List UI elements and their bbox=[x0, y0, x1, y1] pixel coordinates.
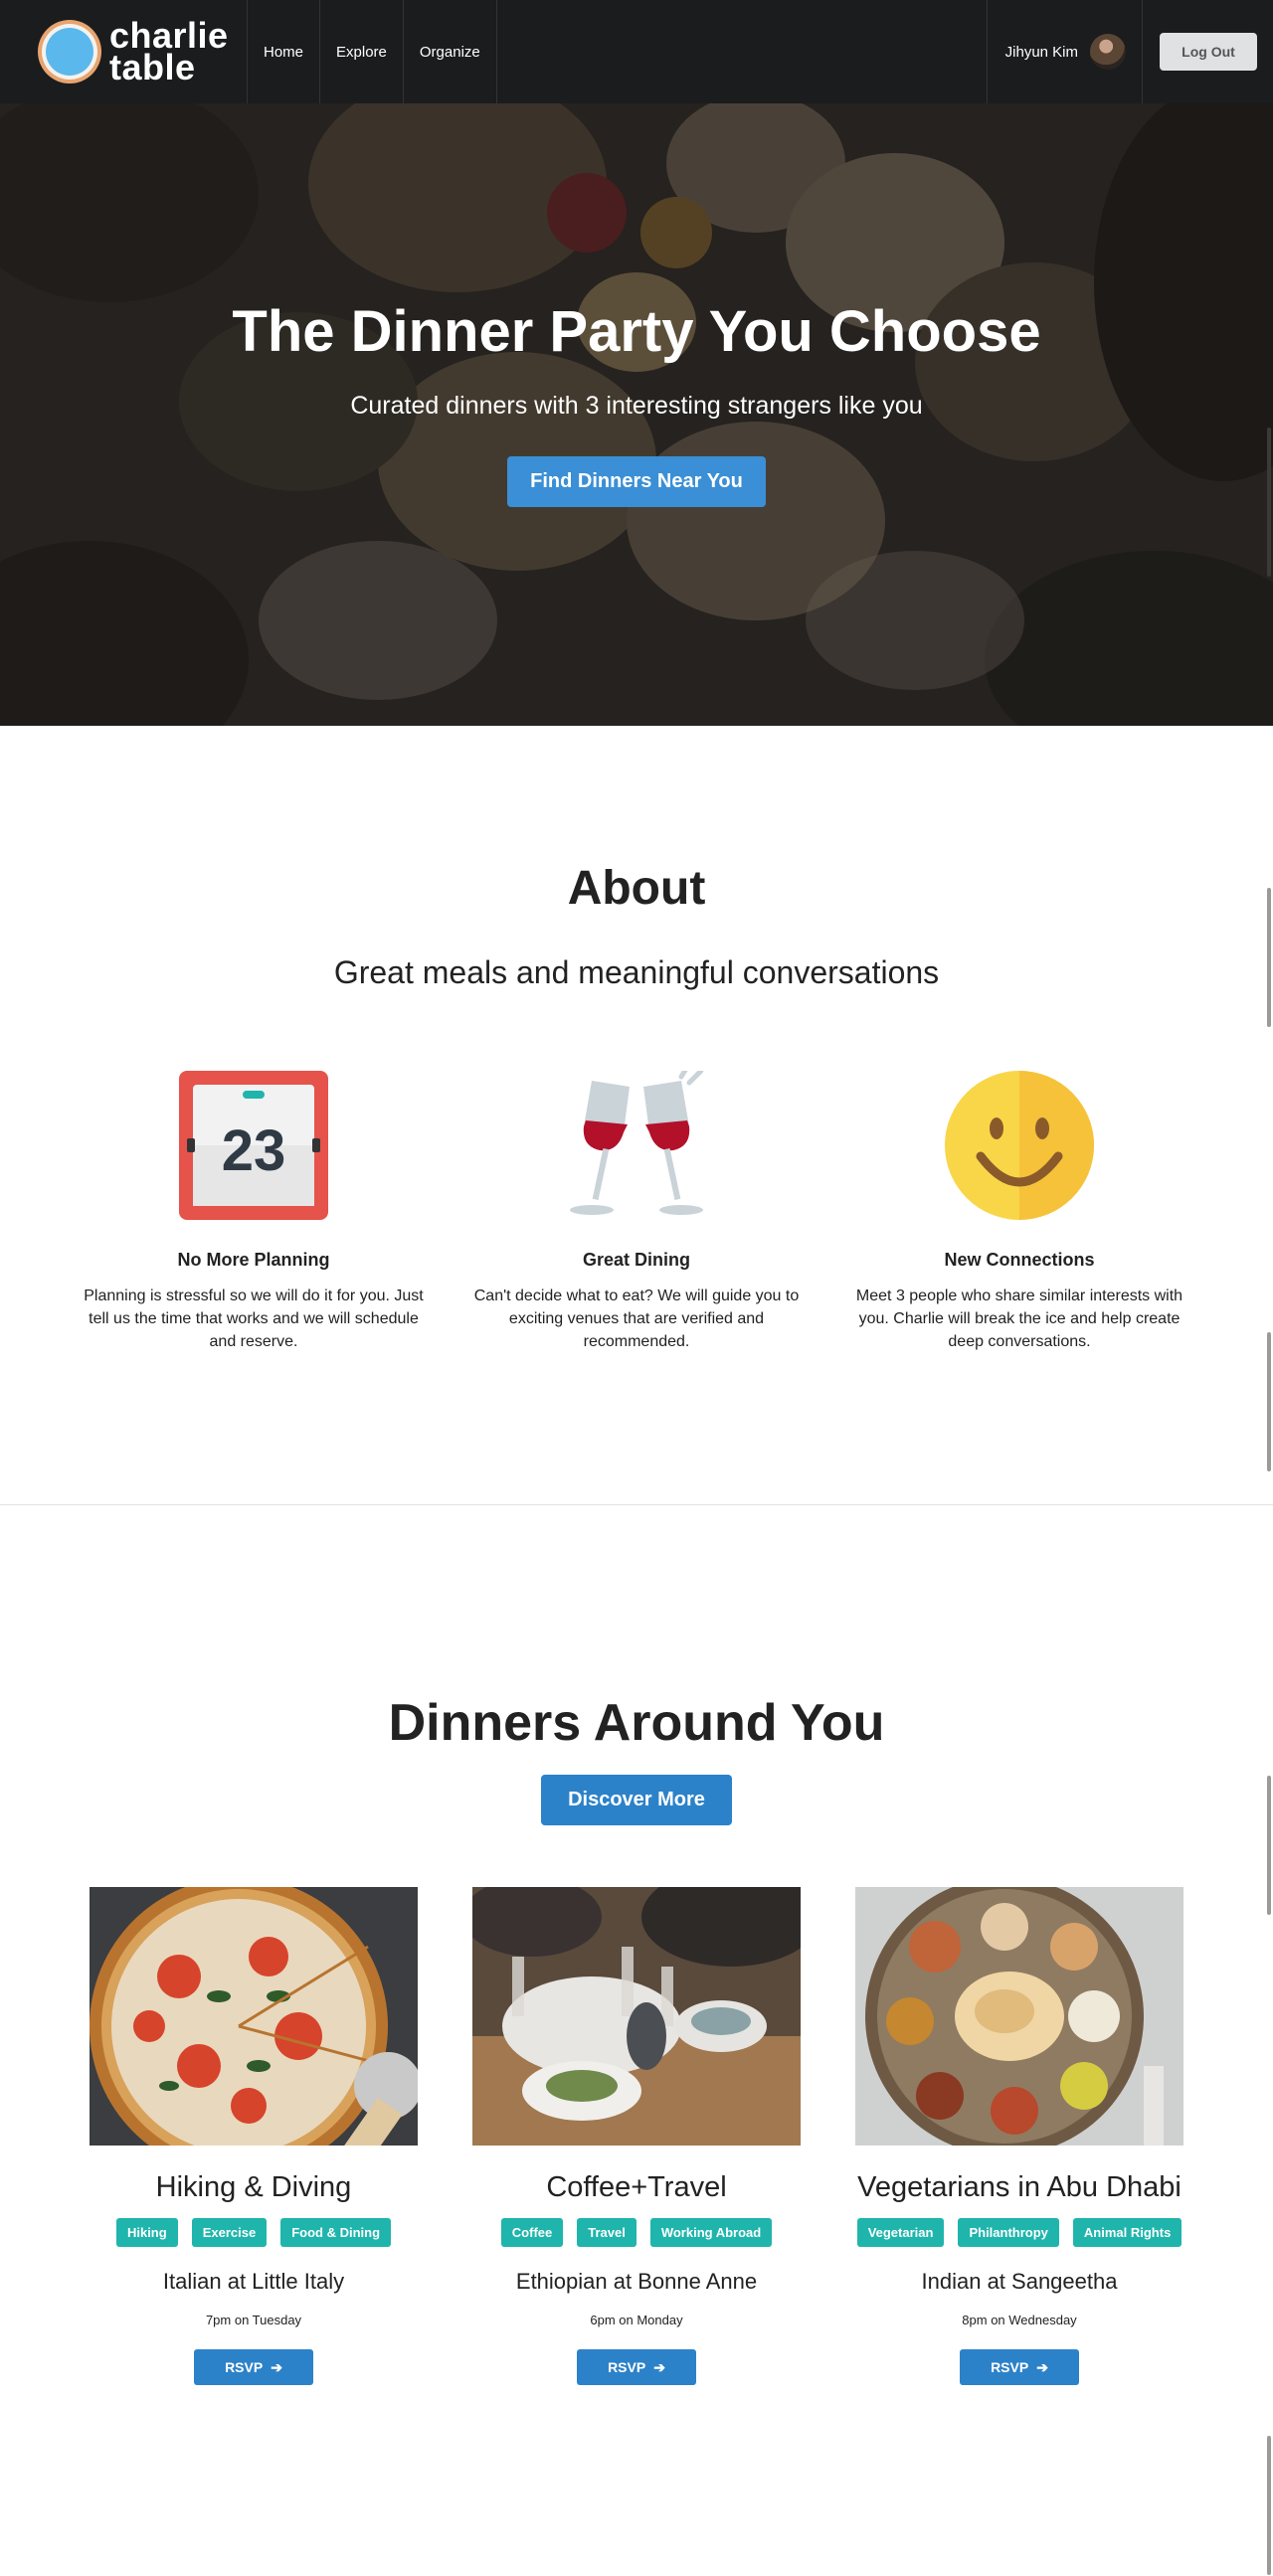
avatar bbox=[1090, 34, 1126, 70]
section-divider bbox=[0, 1504, 1273, 1505]
arrow-right-icon: ➔ bbox=[653, 2358, 665, 2375]
pizza-photo bbox=[90, 1887, 418, 2146]
user-name: Jihyun Kim bbox=[1004, 43, 1078, 61]
nav-link-organize[interactable]: Organize bbox=[404, 0, 497, 103]
scrollbar-thumb[interactable] bbox=[1267, 1776, 1271, 1915]
dinner-card-venue: Indian at Sangeetha bbox=[921, 2269, 1118, 2294]
calendar-day: 23 bbox=[222, 1118, 286, 1183]
user-menu[interactable]: Jihyun Kim bbox=[986, 0, 1143, 103]
feature-title: No More Planning bbox=[177, 1250, 330, 1270]
dinner-card-venue: Italian at Little Italy bbox=[162, 2269, 345, 2294]
dinner-card-image[interactable] bbox=[472, 1887, 801, 2146]
about-heading: About bbox=[567, 862, 706, 915]
tag-philanthropy[interactable]: Philanthropy bbox=[958, 2218, 1059, 2247]
dinner-card-venue: Ethiopian at Bonne Anne bbox=[515, 2269, 758, 2294]
find-dinners-button[interactable]: Find Dinners Near You bbox=[507, 456, 766, 507]
feature-text: Meet 3 people who share similar interest… bbox=[855, 1288, 1183, 1350]
dinners-heading: Dinners Around You bbox=[388, 1694, 885, 1752]
scrollbar-thumb[interactable] bbox=[1267, 888, 1271, 1027]
feature-text: Planning is stressful so we will do it f… bbox=[84, 1288, 424, 1350]
nav-link-home[interactable]: Home bbox=[248, 0, 321, 103]
tag-hiking[interactable]: Hiking bbox=[115, 2218, 178, 2247]
calendar-icon: 23 bbox=[179, 1071, 328, 1220]
logout-button[interactable]: Log Out bbox=[1160, 33, 1257, 71]
group-dining-photo bbox=[472, 1887, 801, 2146]
nav-link-explore[interactable]: Explore bbox=[320, 0, 404, 103]
dinner-card-image[interactable] bbox=[90, 1887, 418, 2146]
brand-name: charlie table bbox=[109, 15, 229, 87]
feature-text: Can't decide what to eat? We will guide … bbox=[473, 1288, 800, 1350]
arrow-right-icon: ➔ bbox=[1036, 2358, 1048, 2375]
feature-great-dining: Great Dining Can't decide what to eat? W… bbox=[457, 1064, 816, 1353]
scrollbar-thumb[interactable] bbox=[1267, 1332, 1271, 1471]
hero-title: The Dinner Party You Choose bbox=[232, 299, 1041, 364]
dinner-card-time: 6pm on Monday bbox=[590, 2313, 683, 2327]
arrow-right-icon: ➔ bbox=[271, 2358, 282, 2375]
brand-logo-link[interactable]: charlie table bbox=[0, 0, 248, 103]
dinner-card-time: 8pm on Wednesday bbox=[962, 2313, 1077, 2327]
dinner-card: Hiking & Diving Hiking Exercise Food & D… bbox=[90, 1887, 418, 2385]
feature-title: Great Dining bbox=[582, 1250, 690, 1270]
hero-subtitle: Curated dinners with 3 interesting stran… bbox=[350, 392, 923, 420]
tag-exercise[interactable]: Exercise bbox=[191, 2218, 268, 2247]
about-subheading: Great meals and meaningful conversations bbox=[333, 954, 940, 990]
thali-platter-photo bbox=[855, 1887, 1183, 2146]
tag-coffee[interactable]: Coffee bbox=[500, 2218, 564, 2247]
dinner-card: Vegetarians in Abu Dhabi Vegetarian Phil… bbox=[855, 1887, 1183, 2385]
top-navbar: charlie table Home Explore Organize Jihy… bbox=[0, 0, 1273, 103]
scrollbar-thumb[interactable] bbox=[1267, 2436, 1271, 2575]
rsvp-label: RSVP bbox=[608, 2359, 646, 2375]
dinner-card-image[interactable] bbox=[855, 1887, 1183, 2146]
dinner-card: Coffee+Travel Coffee Travel Working Abro… bbox=[472, 1887, 801, 2385]
feature-no-more-planning: 23 No More Planning Planning is stressfu… bbox=[75, 1071, 433, 1353]
rsvp-label: RSVP bbox=[991, 2359, 1029, 2375]
rsvp-button[interactable]: RSVP ➔ bbox=[194, 2349, 313, 2385]
smiley-face-icon bbox=[945, 1071, 1094, 1220]
feature-new-connections: New Connections Meet 3 people who share … bbox=[840, 1071, 1198, 1353]
discover-more-button[interactable]: Discover More bbox=[541, 1775, 732, 1825]
feature-title: New Connections bbox=[944, 1250, 1095, 1270]
tag-animal-rights[interactable]: Animal Rights bbox=[1072, 2218, 1182, 2247]
wine-glasses-icon bbox=[570, 1064, 704, 1215]
dinner-card-title[interactable]: Hiking & Diving bbox=[90, 2171, 418, 2204]
plate-logo-icon bbox=[38, 20, 101, 84]
tag-working-abroad[interactable]: Working Abroad bbox=[649, 2218, 773, 2247]
hero-banner: The Dinner Party You Choose Curated dinn… bbox=[0, 103, 1273, 726]
scrollbar-thumb[interactable] bbox=[1267, 428, 1271, 577]
tag-food-dining[interactable]: Food & Dining bbox=[280, 2218, 392, 2247]
dinner-card-time: 7pm on Tuesday bbox=[205, 2313, 302, 2327]
dinner-card-title[interactable]: Coffee+Travel bbox=[472, 2171, 801, 2204]
tag-travel[interactable]: Travel bbox=[577, 2218, 636, 2247]
rsvp-label: RSVP bbox=[225, 2359, 264, 2375]
rsvp-button[interactable]: RSVP ➔ bbox=[960, 2349, 1079, 2385]
dinner-card-title[interactable]: Vegetarians in Abu Dhabi bbox=[855, 2171, 1183, 2204]
tag-vegetarian[interactable]: Vegetarian bbox=[856, 2218, 945, 2247]
rsvp-button[interactable]: RSVP ➔ bbox=[577, 2349, 696, 2385]
